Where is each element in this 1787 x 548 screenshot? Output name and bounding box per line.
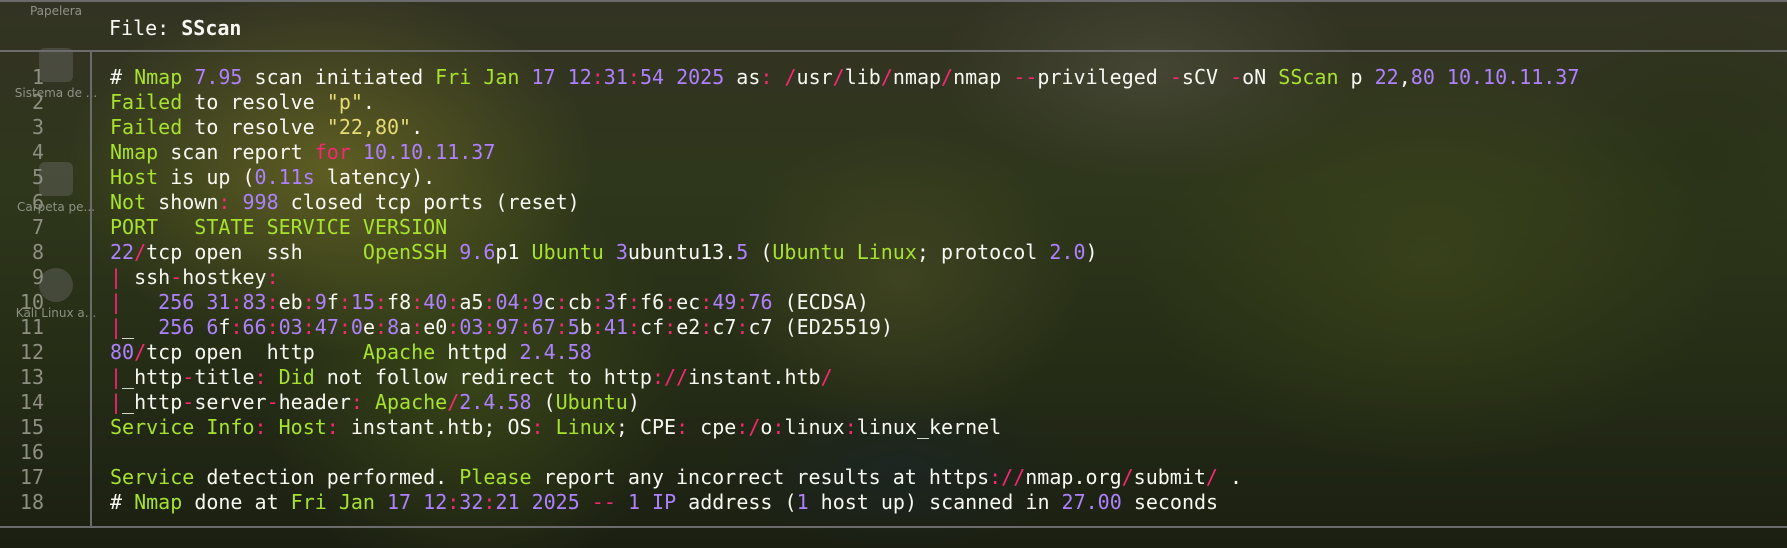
line-number: 5 — [31, 165, 44, 189]
line-text: | 256 31:83:eb:9f:15:f8:40:a5:04:9c:cb:3… — [110, 290, 869, 314]
line-text: |_http-title: Did not follow redirect to… — [110, 365, 833, 389]
line-number: 1 — [31, 65, 44, 89]
footer-divider — [0, 526, 1787, 528]
line-text: # Nmap done at Fri Jan 17 12:32:21 2025 … — [110, 490, 1219, 514]
file-title: File: SScan — [109, 16, 241, 40]
line-text: 80/tcp open http Apache httpd 2.4.58 — [110, 340, 592, 364]
line-number: 15 — [19, 415, 44, 439]
file-header: File: SScan — [0, 0, 1787, 52]
line-text: Service Info: Host: instant.htb; OS: Lin… — [110, 415, 1002, 439]
line-text: PORT STATE SERVICE VERSION — [110, 215, 448, 239]
line-number: 4 — [31, 140, 44, 164]
line-text: |_ 256 6f:66:03:47:0e:8a:e0:03:97:67:5b:… — [110, 315, 893, 339]
file-name: SScan — [181, 16, 242, 40]
line-number: 10 — [19, 290, 44, 314]
line-number: 6 — [31, 190, 44, 214]
line-number: 8 — [31, 240, 44, 264]
line-number: 16 — [19, 440, 44, 464]
line-number: 13 — [19, 365, 44, 389]
file-label: File: — [109, 16, 182, 40]
line-text: |_http-server-header: Apache/2.4.58 (Ubu… — [110, 390, 640, 414]
line-number: 11 — [19, 315, 44, 339]
line-text: Not shown: 998 closed tcp ports (reset) — [110, 190, 580, 214]
line-number: 18 — [19, 490, 44, 514]
line-text: | ssh-hostkey: — [110, 265, 279, 289]
line-text: Service detection performed. Please repo… — [110, 465, 1243, 489]
gutter-divider — [90, 52, 92, 528]
line-number: 3 — [31, 115, 44, 139]
line-text: # Nmap 7.95 scan initiated Fri Jan 17 12… — [110, 65, 1580, 89]
line-text: Nmap scan report for 10.10.11.37 — [110, 140, 496, 164]
terminal-window[interactable]: File: SScan 1 # Nmap 7.95 scan initiated … — [0, 0, 1787, 548]
line-number: 17 — [19, 465, 44, 489]
line-text: Host is up (0.11s latency). — [110, 165, 436, 189]
line-number: 14 — [19, 390, 44, 414]
line-text: Failed to resolve "22,80". — [110, 115, 424, 139]
line-number: 2 — [31, 90, 44, 114]
line-text: Failed to resolve "p". — [110, 90, 375, 114]
line-text: 22/tcp open ssh OpenSSH 9.6p1 Ubuntu 3ub… — [110, 240, 1098, 264]
line-number: 9 — [31, 265, 44, 289]
line-number: 12 — [19, 340, 44, 364]
line-number: 7 — [31, 215, 44, 239]
